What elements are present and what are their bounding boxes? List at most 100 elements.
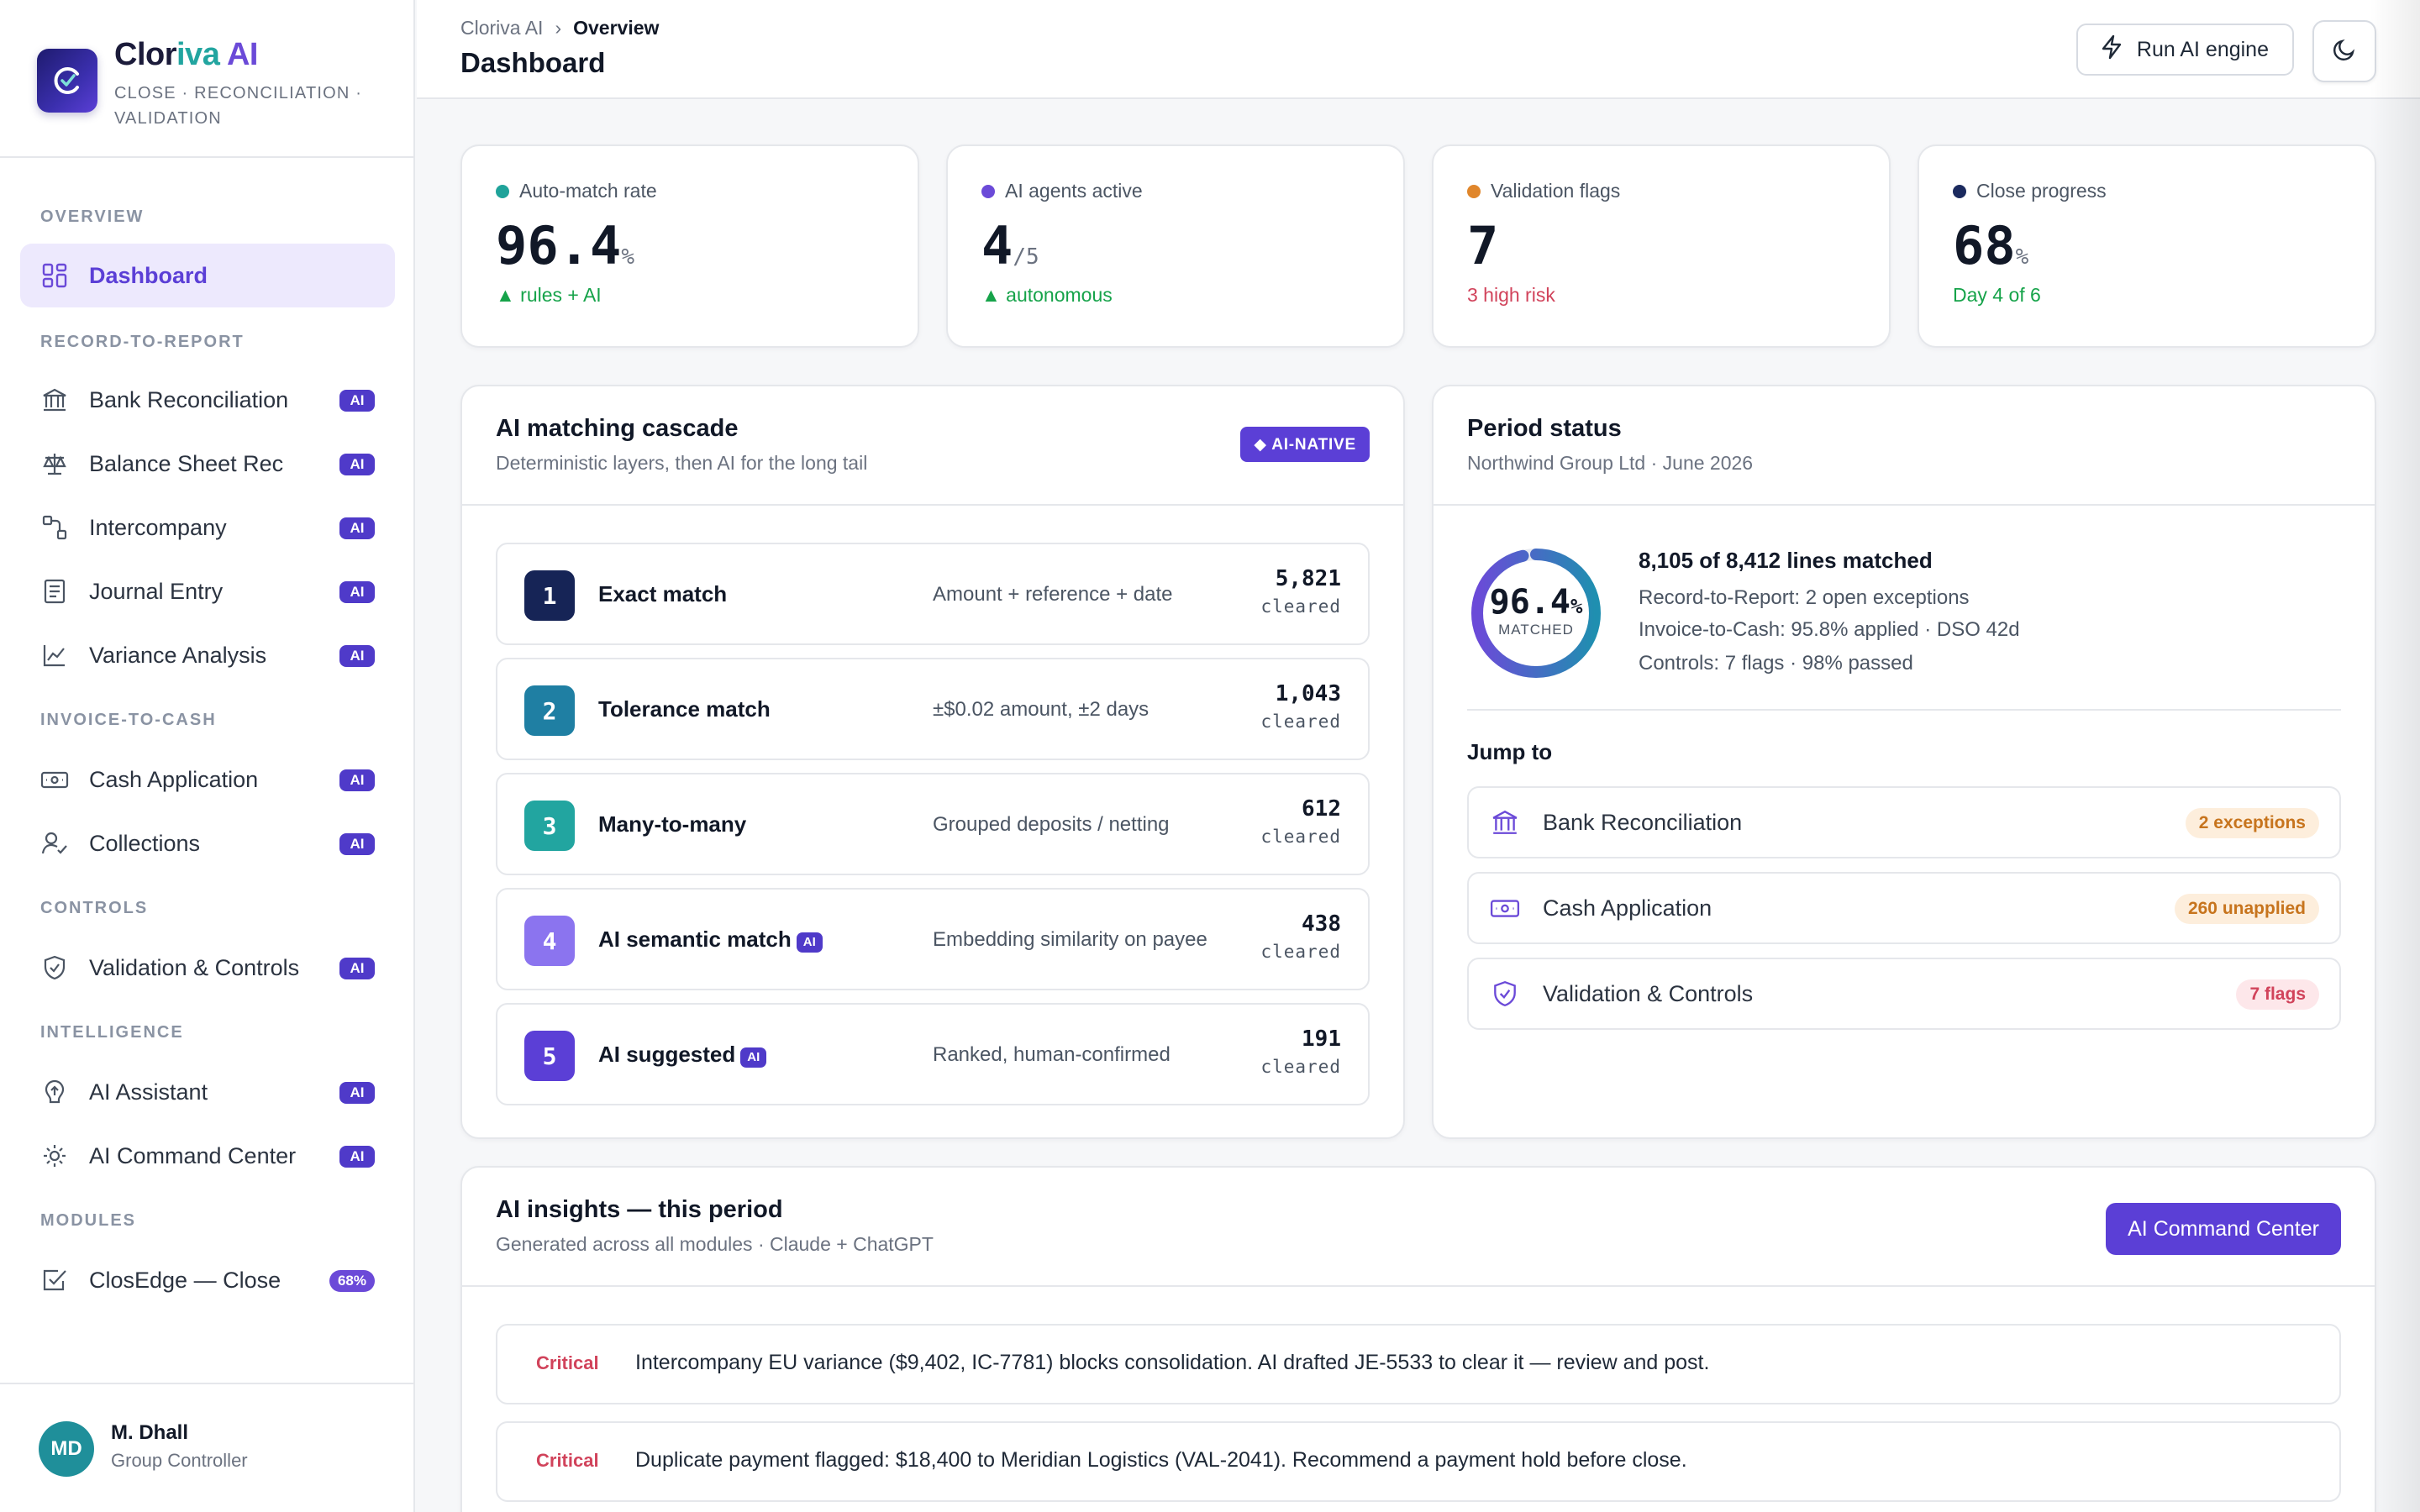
jump-to-title: Jump to: [1467, 739, 1553, 764]
sidebar-divider: [0, 156, 413, 158]
sidebar-item-label: Journal Entry: [89, 578, 224, 604]
step-name: Tolerance match: [598, 696, 771, 722]
step-count: 5,821: [1275, 566, 1341, 591]
jump-link-label: Cash Application: [1543, 895, 1712, 921]
step-number: 2: [524, 685, 575, 736]
run-ai-engine-label: Run AI engine: [2136, 37, 2269, 61]
sidebar-item-label: Validation & Controls: [89, 954, 300, 980]
sidebar-item-journal-entry[interactable]: Journal Entry AI: [20, 559, 395, 623]
sidebar-item-label: AI Command Center: [89, 1142, 297, 1168]
step-number: 5: [524, 1031, 575, 1081]
card-title: AI matching cascade: [496, 415, 739, 442]
cascade-step-exact-match[interactable]: 1 Exact match Amount + reference + date …: [496, 543, 1370, 645]
step-name-text: Many-to-many: [598, 811, 747, 837]
ai-command-center-button[interactable]: AI Command Center: [2106, 1203, 2341, 1255]
section-label-overview: OVERVIEW: [40, 207, 145, 226]
period-divider: [1467, 709, 2341, 711]
cascade-step-tolerance-match[interactable]: 2 Tolerance match ±$0.02 amount, ±2 days…: [496, 658, 1370, 760]
step-cleared-label: cleared: [1260, 942, 1341, 962]
breadcrumb-root[interactable]: Cloriva AI: [460, 17, 543, 39]
jump-link-validation-controls[interactable]: Validation & Controls 7 flags: [1467, 958, 2341, 1030]
period-line: Controls: 7 flags · 98% passed: [1639, 652, 1913, 675]
sidebar-item-label: Intercompany: [89, 514, 227, 540]
donut-number: 96.4: [1489, 583, 1570, 622]
sidebar-item-cash-application[interactable]: Cash Application AI: [20, 748, 395, 811]
insight-item[interactable]: Critical Intercompany EU variance ($9,40…: [496, 1324, 2341, 1404]
sidebar-item-balance-sheet-rec[interactable]: Balance Sheet Rec AI: [20, 432, 395, 496]
sidebar-item-closedge-close[interactable]: ClosEdge — Close 68%: [20, 1248, 395, 1312]
period-headline: 8,105 of 8,412 lines matched: [1639, 548, 1933, 573]
kpi-card-close-progress[interactable]: Close progress 68% Day 4 of 6: [1918, 144, 2376, 348]
page-title: Dashboard: [460, 47, 606, 78]
card-subtitle: Generated across all modules · Claude + …: [496, 1233, 934, 1255]
kpi-number: 68: [1953, 215, 2016, 276]
moon-icon: [2331, 36, 2358, 67]
exceptions-badge: 2 exceptions: [2185, 808, 2319, 838]
sidebar-item-variance-analysis[interactable]: Variance Analysis AI: [20, 623, 395, 687]
step-name: Many-to-many: [598, 811, 746, 837]
card-divider: [462, 504, 1403, 506]
sidebar: Cloriva AI CLOSE · RECONCILIATION · VALI…: [0, 0, 415, 1512]
step-number: 1: [524, 570, 575, 621]
kpi-unit: /5: [1013, 244, 1039, 270]
shield-check-icon: [1489, 978, 1521, 1010]
user-role: Group Controller: [111, 1450, 248, 1471]
card-title: Period status: [1467, 415, 1622, 442]
insight-text: Duplicate payment flagged: $18,400 to Me…: [635, 1448, 1687, 1472]
step-description: ±$0.02 amount, ±2 days: [933, 698, 1150, 721]
kpi-card-auto-match[interactable]: Auto-match rate 96.4% ▲ rules + AI: [460, 144, 919, 348]
period-line: Invoice-to-Cash: 95.8% applied · DSO 42d: [1639, 618, 2020, 641]
step-count: 612: [1302, 796, 1341, 822]
kpi-number: 7: [1467, 215, 1499, 276]
jump-link-cash-application[interactable]: Cash Application 260 unapplied: [1467, 872, 2341, 944]
cascade-step-many-to-many[interactable]: 3 Many-to-many Grouped deposits / nettin…: [496, 773, 1370, 875]
status-dot: [981, 184, 995, 198]
step-count: 438: [1302, 911, 1341, 937]
sidebar-item-collections[interactable]: Collections AI: [20, 811, 395, 875]
chart-line-icon: [40, 641, 69, 669]
theme-toggle-button[interactable]: [2312, 20, 2376, 82]
section-label-modules: MODULES: [40, 1211, 136, 1230]
lightning-icon: [2100, 34, 2123, 66]
step-cleared-label: cleared: [1260, 827, 1341, 847]
step-number: 3: [524, 801, 575, 851]
sun-gear-icon: [40, 1142, 69, 1170]
kpi-sub: ▲ autonomous: [981, 284, 1113, 306]
sidebar-item-label: Variance Analysis: [89, 642, 267, 668]
sidebar-item-ai-command-center[interactable]: AI Command Center AI: [20, 1124, 395, 1188]
sidebar-item-validation-controls[interactable]: Validation & Controls AI: [20, 936, 395, 1000]
kpi-sub: ▲ rules + AI: [496, 284, 602, 306]
step-name: AI suggested AI: [598, 1042, 767, 1068]
sidebar-item-dashboard[interactable]: Dashboard: [20, 244, 395, 307]
kpi-value: 68%: [1953, 215, 2028, 276]
jump-link-bank-reconciliation[interactable]: Bank Reconciliation 2 exceptions: [1467, 786, 2341, 858]
status-dot: [1467, 184, 1481, 198]
sidebar-item-intercompany[interactable]: Intercompany AI: [20, 496, 395, 559]
jump-link-label: Validation & Controls: [1543, 980, 1754, 1006]
status-dot: [1953, 184, 1966, 198]
kpi-card-validation-flags[interactable]: Validation flags 7 3 high risk: [1432, 144, 1891, 348]
brand-logo: [37, 49, 97, 113]
cascade-step-ai-suggested[interactable]: 5 AI suggested AI Ranked, human-confirmed…: [496, 1003, 1370, 1105]
ai-badge: AI: [339, 1082, 375, 1104]
run-ai-engine-button[interactable]: Run AI engine: [2075, 24, 2294, 76]
insight-item[interactable]: Critical Duplicate payment flagged: $18,…: [496, 1421, 2341, 1502]
avatar[interactable]: MD: [39, 1421, 94, 1477]
sidebar-item-ai-assistant[interactable]: AI Assistant AI: [20, 1060, 395, 1124]
step-description: Grouped deposits / netting: [933, 813, 1170, 836]
card-subtitle: Northwind Group Ltd · June 2026: [1467, 452, 1754, 474]
ai-badge: AI: [339, 645, 375, 667]
card-divider: [1434, 504, 2375, 506]
severity-label: Critical: [536, 1450, 599, 1471]
step-name-text: AI semantic match: [598, 927, 792, 952]
intercompany-icon: [40, 513, 69, 542]
brand[interactable]: Cloriva AI CLOSE · RECONCILIATION · VALI…: [37, 37, 397, 131]
kpi-sub: 3 high risk: [1467, 284, 1555, 306]
kpi-label: Validation flags: [1467, 180, 1620, 202]
cascade-step-ai-semantic-match[interactable]: 4 AI semantic match AI Embedding similari…: [496, 888, 1370, 990]
sidebar-item-label: AI Assistant: [89, 1079, 208, 1105]
sidebar-item-bank-reconciliation[interactable]: Bank Reconciliation AI: [20, 368, 395, 432]
kpi-card-ai-agents[interactable]: AI agents active 4/5 ▲ autonomous: [946, 144, 1405, 348]
step-description: Embedding similarity on payee: [933, 928, 1207, 951]
matching-cascade-card: AI matching cascade Deterministic layers…: [460, 385, 1405, 1139]
